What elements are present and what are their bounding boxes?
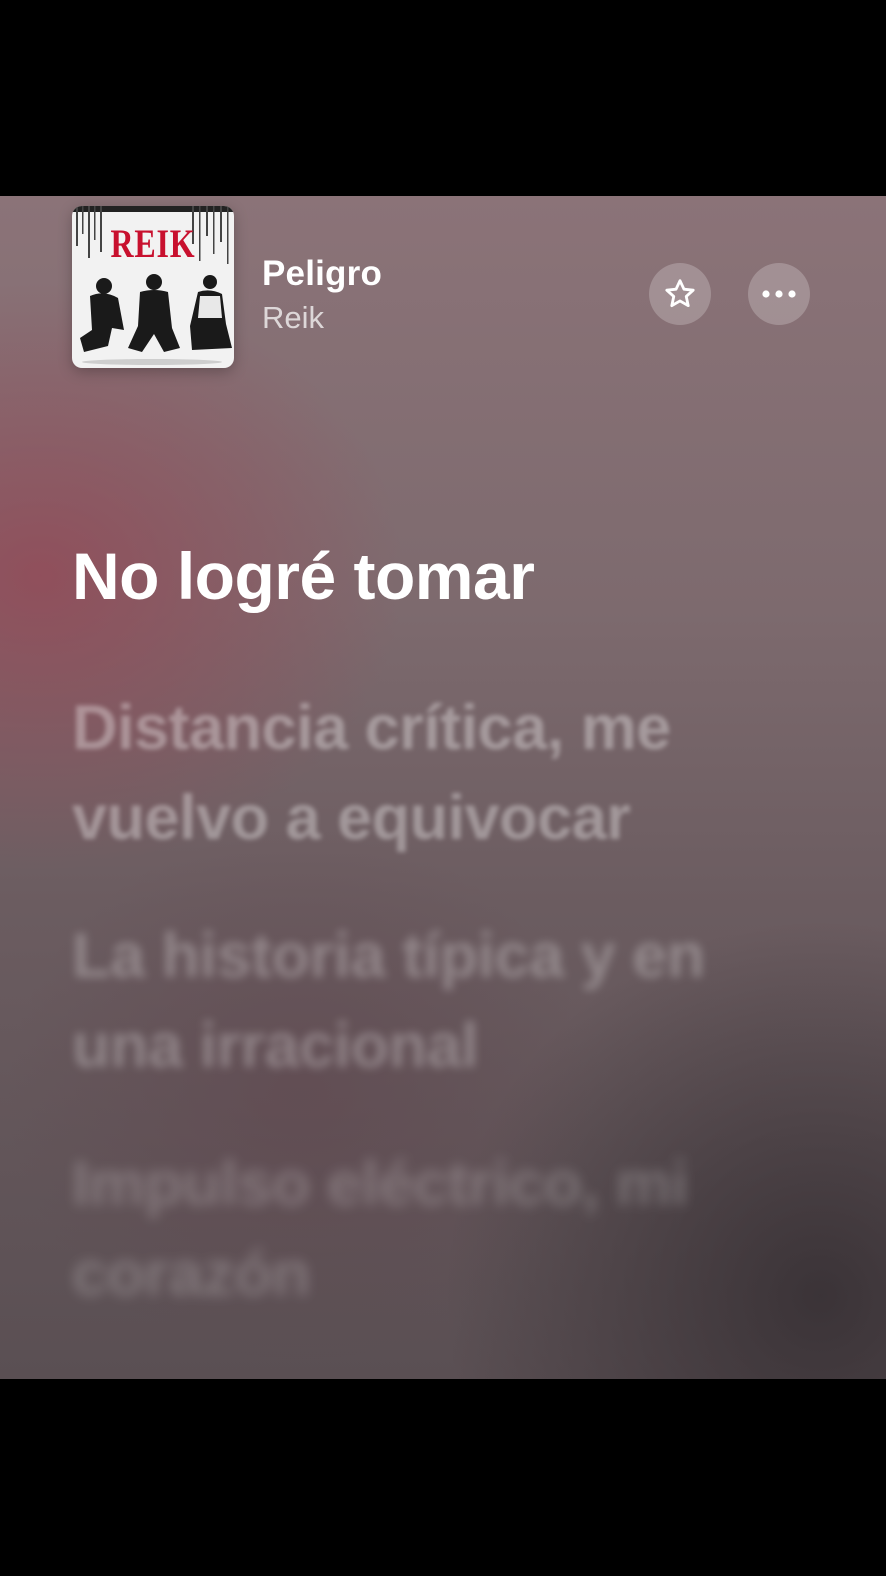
lyric-line[interactable]: La historia típica y en una irracional	[72, 911, 832, 1091]
star-icon	[665, 279, 695, 308]
song-title[interactable]: Peligro	[262, 254, 382, 294]
lyric-line[interactable]: Distancia crítica, me vuelvo a equivocar	[72, 683, 832, 863]
album-artwork[interactable]: REIK	[72, 206, 234, 368]
lyrics-list[interactable]: No logré tomar Distancia crítica, me vue…	[72, 531, 832, 1319]
artwork-logo: REIK	[110, 221, 196, 266]
now-playing-header: REIK Peligro Reik	[0, 196, 886, 386]
artwork-band-photo	[80, 274, 232, 365]
ellipsis-icon	[762, 290, 796, 298]
more-options-button[interactable]	[748, 263, 810, 325]
lyrics-screen: REIK Peligro Reik No logré tomar Distanc…	[0, 196, 886, 1379]
lyric-line-current[interactable]: No logré tomar	[72, 531, 832, 621]
song-artist[interactable]: Reik	[262, 300, 324, 336]
favorite-button[interactable]	[649, 263, 711, 325]
lyric-line[interactable]: Impulso eléctrico, mi corazón	[72, 1139, 832, 1319]
